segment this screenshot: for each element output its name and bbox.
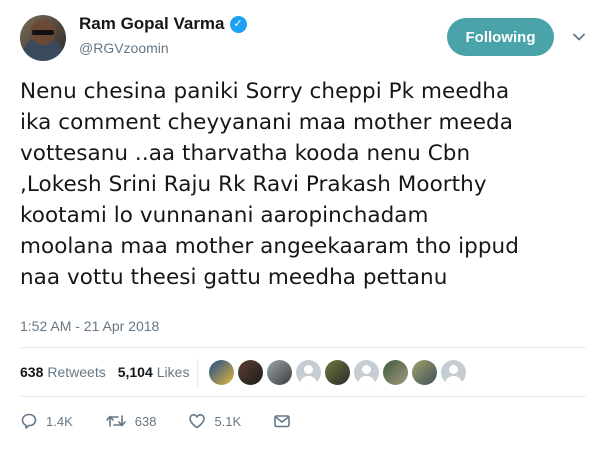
verified-badge-icon: ✓	[229, 15, 247, 33]
retweets-label[interactable]: Retweets	[47, 364, 105, 380]
tweet-timestamp[interactable]: 1:52 AM - 21 Apr 2018	[20, 318, 159, 334]
author-avatar[interactable]	[20, 15, 66, 61]
retweets-count[interactable]: 638	[20, 364, 43, 380]
tweet-stats: 638 Retweets 5,104 Likes	[20, 364, 189, 380]
retweet-action[interactable]: 638	[105, 412, 157, 430]
liker-avatar[interactable]	[209, 360, 234, 385]
stats-separator	[197, 358, 198, 388]
liker-avatar[interactable]	[412, 360, 437, 385]
like-count: 5.1K	[214, 413, 242, 429]
liker-avatar[interactable]	[238, 360, 263, 385]
liker-avatar-default[interactable]	[354, 360, 379, 385]
reply-count: 1.4K	[46, 413, 73, 429]
liker-avatar[interactable]	[325, 360, 350, 385]
tweet-text: Nenu chesina paniki Sorry cheppi Pk meed…	[20, 79, 519, 290]
like-action[interactable]: 5.1K	[188, 412, 241, 430]
divider-top	[20, 347, 586, 348]
liker-avatar-default[interactable]	[441, 360, 466, 385]
author-display-name[interactable]: Ram Gopal Varma	[79, 14, 225, 34]
retweet-icon	[105, 415, 126, 427]
retweet-count: 638	[134, 413, 157, 429]
chevron-down-icon[interactable]	[572, 30, 586, 44]
likers-avatars	[209, 360, 466, 385]
likes-label[interactable]: Likes	[157, 364, 190, 380]
author-handle[interactable]: @RGVzoomin	[79, 40, 169, 56]
divider-bottom	[20, 396, 586, 397]
following-button[interactable]: Following	[447, 18, 554, 56]
heart-icon	[189, 414, 206, 429]
reply-action[interactable]: 1.4K	[20, 412, 73, 430]
liker-avatar[interactable]	[267, 360, 292, 385]
liker-avatar-default[interactable]	[296, 360, 321, 385]
avatar-glasses	[32, 30, 54, 35]
envelope-icon	[274, 415, 291, 428]
likes-count[interactable]: 5,104	[118, 364, 153, 380]
direct-message-action[interactable]	[273, 412, 291, 430]
reply-icon	[21, 413, 37, 429]
tweet-actions: 1.4K 638 5.1K	[20, 412, 323, 430]
author-name-row: Ram Gopal Varma ✓	[79, 14, 247, 34]
liker-avatar[interactable]	[383, 360, 408, 385]
